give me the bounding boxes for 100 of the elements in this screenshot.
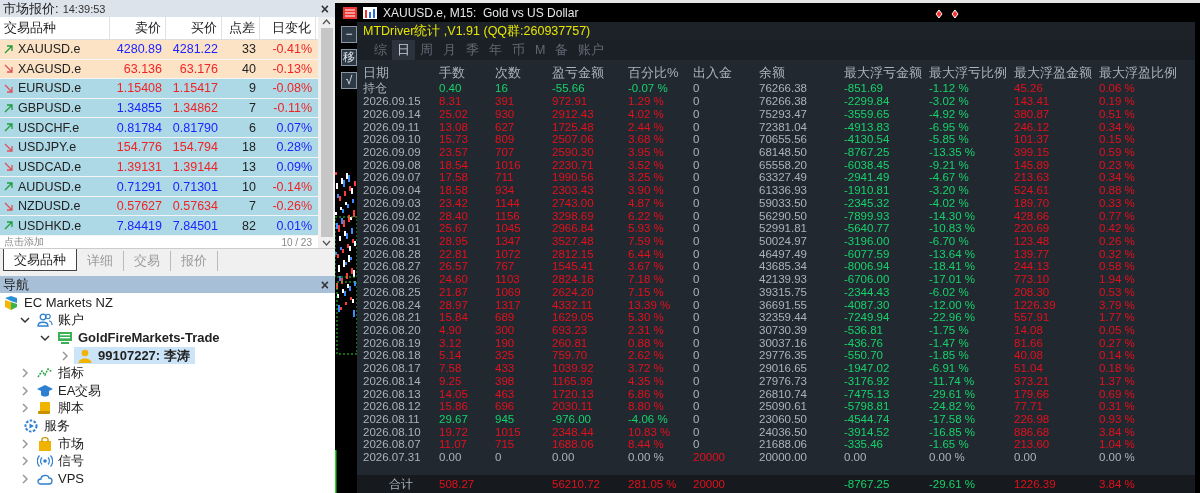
symbol-row[interactable]: USDCAD.e 1.39131 1.39144 13 0.09% xyxy=(0,157,318,178)
table-cell-text: 45.26 xyxy=(1014,82,1044,95)
tree-item[interactable]: 信号 xyxy=(34,452,89,470)
symbol-row[interactable]: USDHKD.e 7.84419 7.84501 82 0.01% xyxy=(0,216,318,237)
chevron-right-icon[interactable] xyxy=(60,350,70,361)
tab[interactable]: 交易品种 xyxy=(3,249,77,271)
table-cell-text: 65558.20 xyxy=(759,158,808,171)
table-cell-text: -3559.65 xyxy=(844,107,891,120)
symbol-row[interactable]: XAGUSD.e 63.136 63.176 40 -0.13% xyxy=(0,59,318,80)
add-symbol-link[interactable]: 点击添加 xyxy=(4,235,44,250)
tab[interactable]: 日 xyxy=(392,40,415,60)
table-cell-text: 627 xyxy=(495,120,516,133)
tree-item[interactable]: 账户 xyxy=(34,311,89,330)
table-cell-text: 0 xyxy=(693,107,701,120)
table-cell-text: 30730.39 xyxy=(759,324,808,336)
table-cell-text: 19.72 xyxy=(439,425,469,438)
chevron-right-icon[interactable] xyxy=(20,385,30,396)
table-cell-text: -4.92 % xyxy=(929,107,970,120)
tree-item[interactable]: 服务 xyxy=(20,417,75,435)
table-cell-text: 0.00 xyxy=(1014,451,1038,464)
tool-button[interactable]: 移 xyxy=(341,49,357,66)
chevron-right-icon[interactable] xyxy=(20,456,30,467)
tree-item[interactable]: GoldFireMarkets-Trade xyxy=(54,329,225,347)
table-cell-text: 25.02 xyxy=(439,107,469,120)
table-cell-text: 46497.49 xyxy=(759,247,808,260)
table-cell-text: 123.48 xyxy=(1014,235,1051,247)
table-cell-text: 1.39144 xyxy=(171,158,219,176)
symbol-row[interactable]: XAUUSD.e 4280.89 4281.22 33 -0.41% xyxy=(0,39,318,60)
tree-item[interactable]: VPS xyxy=(34,469,89,488)
symbol-name: USDJPY.e xyxy=(18,140,77,155)
symbol-row[interactable]: EURUSD.e 1.15408 1.15417 9 -0.08% xyxy=(0,79,318,99)
column-header[interactable]: 卖价 xyxy=(110,17,166,39)
symbol-row[interactable]: GBPUSD.e 1.34855 1.34862 7 -0.11% xyxy=(0,98,318,119)
table-cell-text: 18.54 xyxy=(439,158,469,171)
column-header[interactable]: 买价 xyxy=(166,17,222,39)
table-cell-text: 40.08 xyxy=(1014,349,1044,362)
tree-item[interactable]: 指标 xyxy=(34,364,89,382)
table-cell-text: 21.87 xyxy=(439,285,469,298)
chevron-right-icon[interactable] xyxy=(20,438,30,449)
table-cell-text: 8.80 % xyxy=(628,400,665,413)
table-cell-text: 1165.99 xyxy=(552,374,594,387)
column-header: 最大浮盈比例 xyxy=(1099,64,1178,82)
chevron-right-icon[interactable] xyxy=(20,473,30,484)
table-cell-text: 0.40 xyxy=(439,82,463,95)
tree-item[interactable]: EC Markets NZ xyxy=(0,294,118,312)
table-cell-text: 0 xyxy=(693,95,701,108)
table-cell-text: 5.14 xyxy=(439,349,463,362)
column-header[interactable]: 点差 xyxy=(222,17,260,39)
tool-button[interactable]: √ xyxy=(341,72,357,89)
chevron-down-icon[interactable] xyxy=(20,315,30,326)
table-cell-text: 1156 xyxy=(495,209,521,222)
table-cell-text: 10 xyxy=(241,178,257,196)
table-cell-text: 1.77 % xyxy=(1099,311,1136,324)
close-button[interactable]: × xyxy=(320,1,329,16)
logo-icon xyxy=(3,294,19,311)
table-cell-text: 2030.11 xyxy=(552,400,594,413)
table-cell-text: 23060.50 xyxy=(759,413,808,426)
table-cell-text: 0.32 % xyxy=(1099,247,1136,260)
table-cell-text: 15.73 xyxy=(439,133,469,146)
symbol-row[interactable]: NZDUSD.e 0.57627 0.57634 7 -0.26% xyxy=(0,196,318,217)
table-cell-text: 20000 xyxy=(693,478,726,490)
table-cell-text: -10.83 % xyxy=(929,222,977,235)
close-button[interactable]: × xyxy=(320,277,329,292)
table-cell-text: 2026.09.09 xyxy=(363,145,422,158)
column-header: 百分比% xyxy=(628,64,680,82)
table-cell-text: 0 xyxy=(693,171,701,184)
menu-icon[interactable] xyxy=(343,6,357,19)
tree-item[interactable]: EA交易 xyxy=(34,381,107,400)
tool-button[interactable]: − xyxy=(341,26,357,43)
chevron-right-icon[interactable] xyxy=(20,368,30,379)
scrollbar[interactable] xyxy=(318,17,335,248)
chevron-right-icon[interactable] xyxy=(20,403,30,414)
table-cell-text: -3.20 % xyxy=(929,184,970,197)
table-cell-text: -6706.00 xyxy=(844,273,891,286)
tree-item[interactable]: 市场 xyxy=(34,434,89,453)
table-cell-text: 25090.61 xyxy=(759,400,808,413)
column-header[interactable]: 交易品种 xyxy=(0,17,110,39)
scroll-up-icon[interactable] xyxy=(322,19,331,25)
scroll-down-icon[interactable] xyxy=(322,240,331,246)
table-cell-text: 4.87 % xyxy=(628,196,665,209)
table-cell-text: 1103 xyxy=(495,273,521,286)
column-header[interactable]: 日变化 xyxy=(260,17,316,39)
table-cell-text: 325 xyxy=(495,349,516,362)
table-cell-text: 0 xyxy=(693,260,701,273)
symbol-row[interactable]: AUDUSD.e 0.71291 0.71301 10 -0.14% xyxy=(0,177,318,197)
table-cell-text: 7.84419 xyxy=(115,217,163,235)
column-header: 出入金 xyxy=(693,64,733,82)
table-cell-text: 39315.75 xyxy=(759,285,808,298)
table-cell-text: -12.00 % xyxy=(929,298,977,311)
table-cell-text: -17.58 % xyxy=(929,413,977,426)
table-cell-text: -6077.59 xyxy=(844,247,891,260)
symbol-row[interactable]: USDCHF.e 0.81784 0.81790 6 0.07% xyxy=(0,118,318,138)
tree-item[interactable]: 脚本 xyxy=(34,399,89,418)
chevron-down-icon[interactable] xyxy=(40,333,50,343)
table-cell-text: 759.70 xyxy=(552,349,589,362)
table-cell-text: 0.18 % xyxy=(1099,362,1136,375)
symbol-row[interactable]: USDJPY.e 154.776 154.794 18 0.28% xyxy=(0,138,318,158)
table-cell-text: -18.41 % xyxy=(929,260,977,273)
panel-title: 市场报价: xyxy=(3,0,59,18)
tree-item[interactable]: 99107227: 李涛 xyxy=(74,346,195,365)
